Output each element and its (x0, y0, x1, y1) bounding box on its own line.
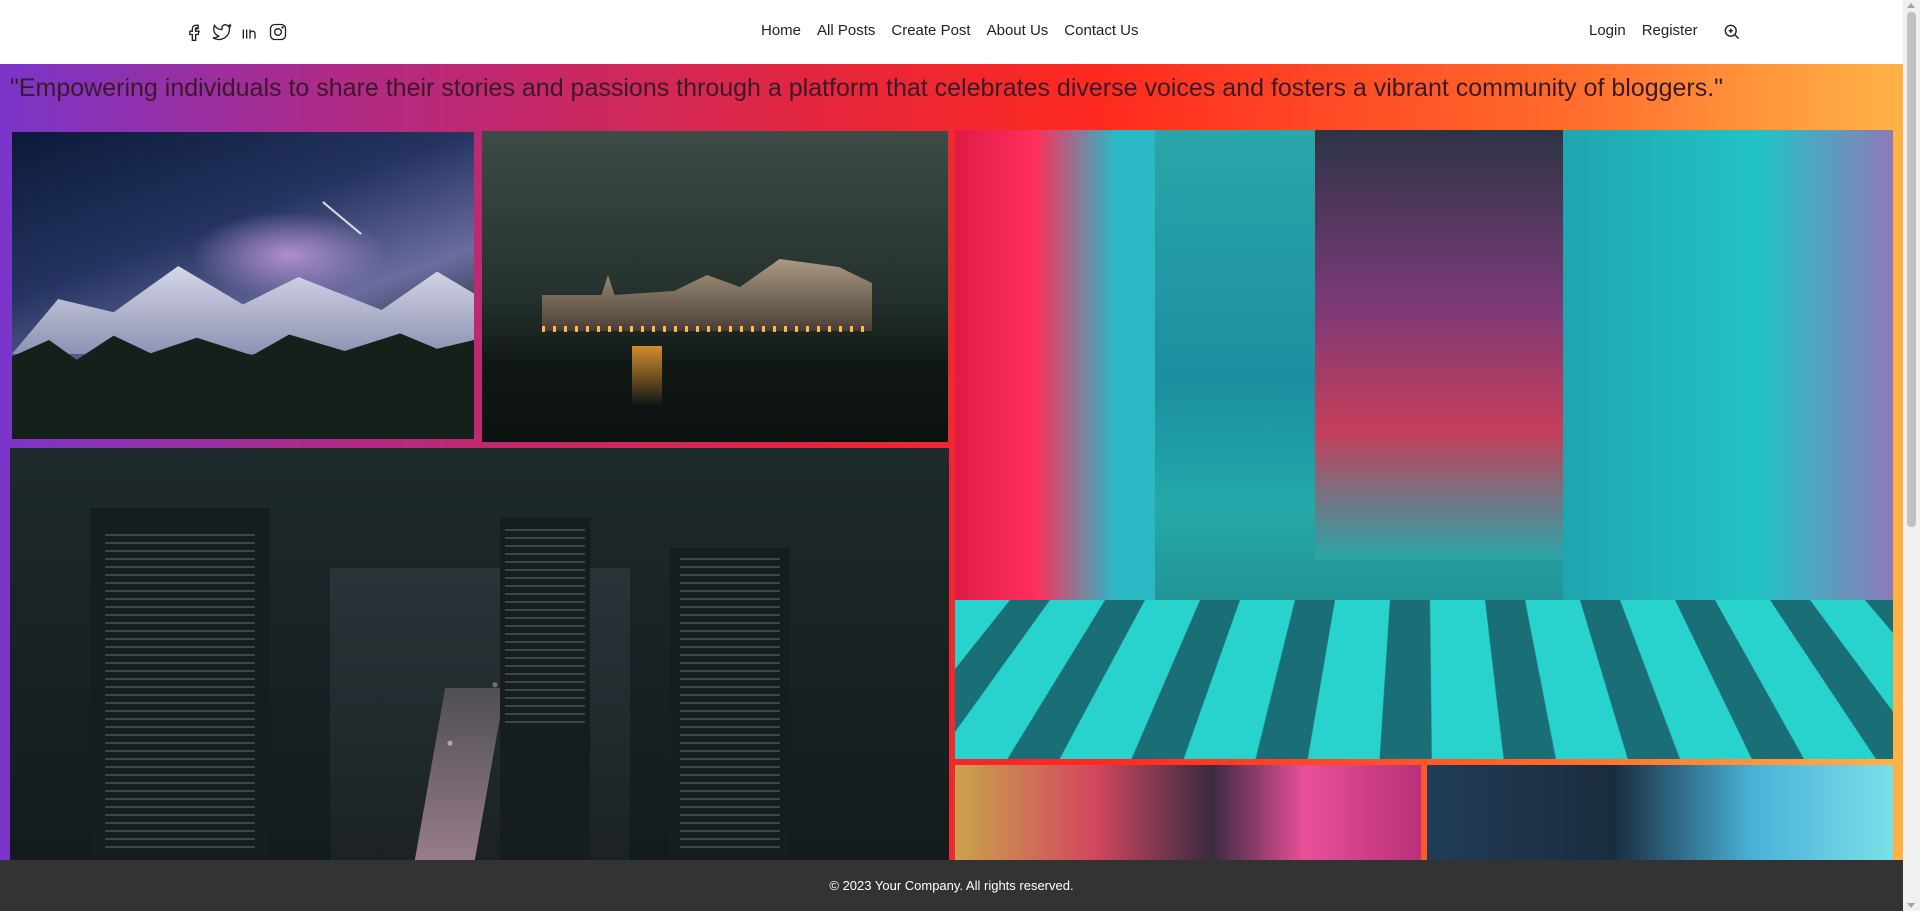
site-footer: © 2023 Your Company. All rights reserved… (0, 860, 1903, 911)
nav-contact-us[interactable]: Contact Us (1064, 22, 1138, 39)
scroll-up-arrow-icon[interactable] (1907, 3, 1915, 8)
nav-home[interactable]: Home (761, 22, 801, 39)
lakeside-village-night-image[interactable] (482, 131, 948, 442)
hero-quote: "Empowering individuals to share their s… (10, 74, 1724, 102)
neon-alley-image[interactable] (955, 765, 1421, 860)
vertical-scrollbar[interactable] (1903, 0, 1920, 911)
instagram-icon[interactable] (268, 21, 288, 43)
search-icon[interactable] (1722, 22, 1742, 42)
auth-links: Login Register (1589, 22, 1698, 39)
crosswalk (955, 600, 1893, 759)
social-links (184, 21, 288, 43)
milky-way-mountains-image[interactable] (12, 132, 474, 439)
nav-about-us[interactable]: About Us (987, 22, 1049, 39)
facebook-icon[interactable] (184, 21, 204, 43)
village-shape (542, 259, 872, 331)
copyright-text: © 2023 Your Company. All rights reserved… (829, 878, 1074, 893)
login-link[interactable]: Login (1589, 22, 1626, 39)
linkedin-icon[interactable] (240, 21, 260, 43)
site-header: Home All Posts Create Post About Us Cont… (0, 0, 1903, 64)
neon-building-right (1563, 130, 1893, 600)
village-lights (542, 326, 872, 332)
city-skyline-night-image[interactable] (10, 448, 949, 860)
register-link[interactable]: Register (1642, 22, 1698, 39)
twitter-icon[interactable] (212, 21, 232, 43)
tower-center-windows (505, 523, 585, 723)
scrollbar-thumb[interactable] (1907, 12, 1916, 527)
neon-street-crossing-image[interactable] (955, 130, 1893, 759)
city-aerial-neon-image[interactable] (1427, 765, 1893, 860)
nav-create-post[interactable]: Create Post (891, 22, 970, 39)
tower-right-windows (680, 558, 780, 848)
tower-left-windows (105, 528, 255, 848)
water-reflection (632, 346, 662, 406)
shooting-star (322, 201, 362, 235)
neon-building-center (1315, 130, 1565, 560)
nav-all-posts[interactable]: All Posts (817, 22, 875, 39)
neon-building-left (955, 130, 1155, 610)
hero-section: "Empowering individuals to share their s… (0, 64, 1903, 860)
main-nav: Home All Posts Create Post About Us Cont… (761, 22, 1139, 39)
scroll-down-arrow-icon[interactable] (1907, 903, 1915, 908)
